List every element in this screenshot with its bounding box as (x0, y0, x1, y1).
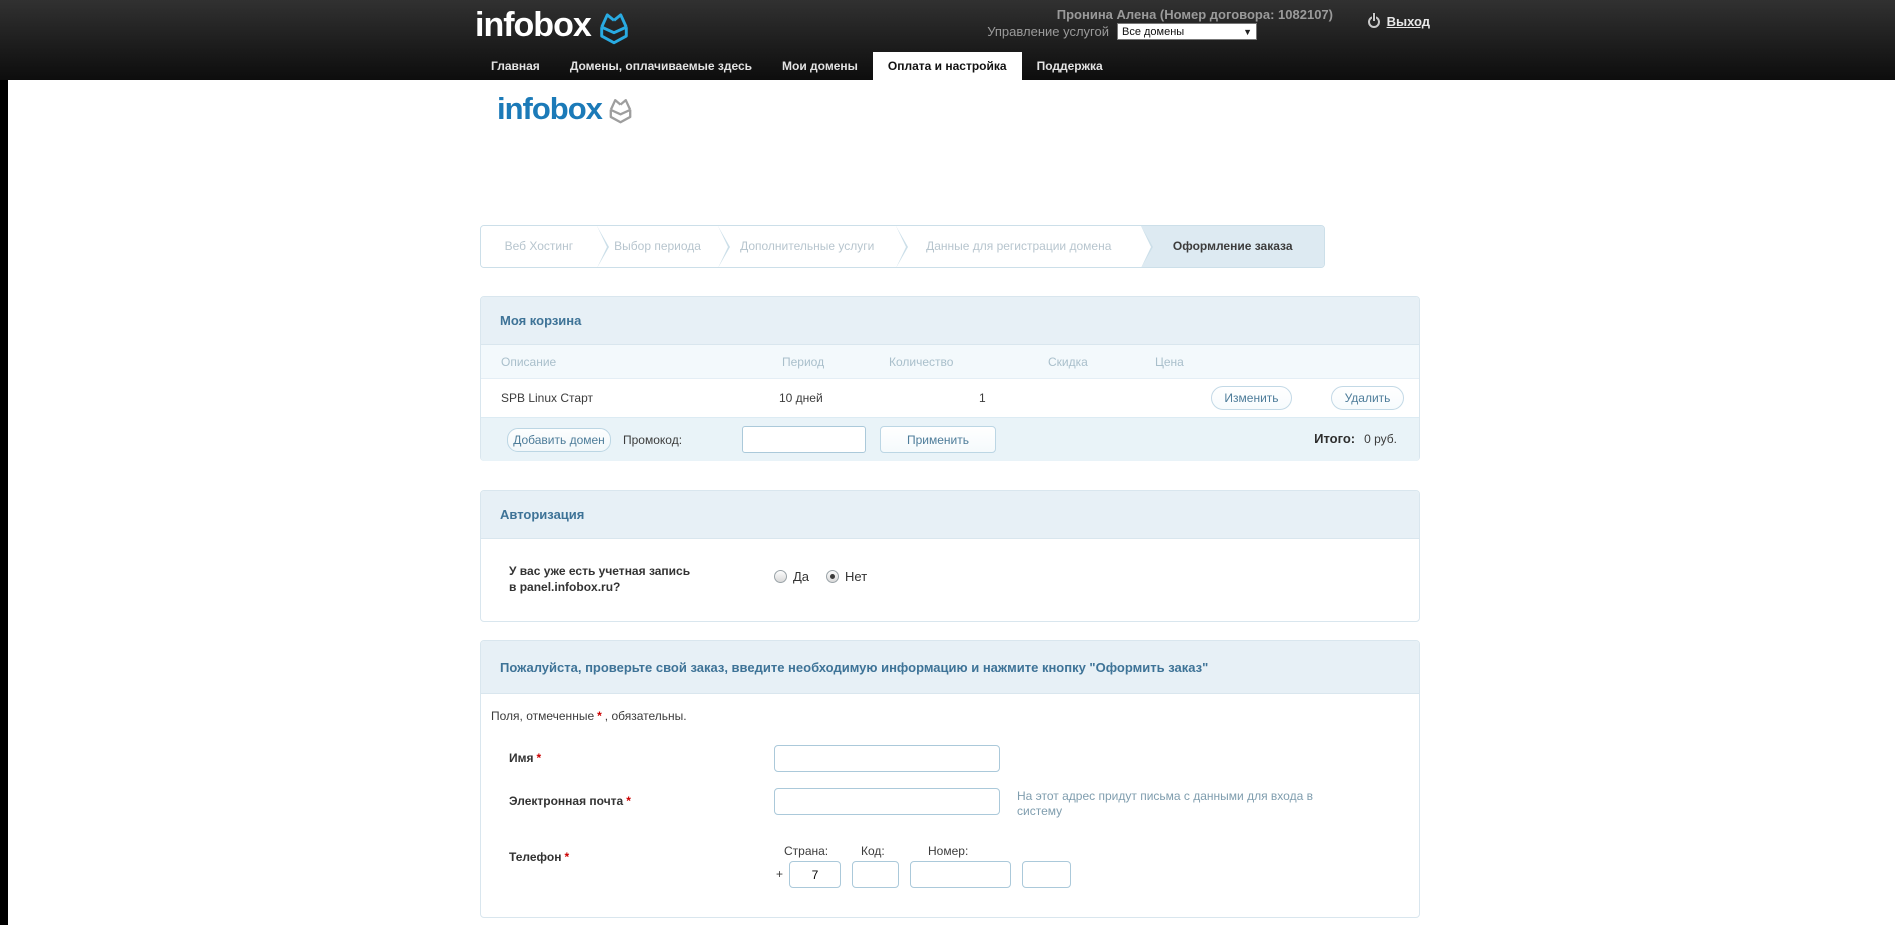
column-price: Цена (1155, 355, 1184, 369)
radio-yes-label: Да (793, 569, 810, 584)
delete-item-button[interactable]: Удалить (1331, 386, 1404, 410)
name-field-label: Имя * (509, 751, 544, 765)
cart-table-header: Описание Период Количество Скидка Цена (481, 345, 1419, 379)
order-wizard-steps: Веб Хостинг Выбор периода Дополнительные… (480, 225, 1325, 268)
header-logo[interactable]: infobox (475, 5, 631, 48)
column-discount: Скидка (1048, 355, 1088, 369)
checkout-page: infobox Пронина Алена (Номер договора: 1… (0, 0, 1895, 925)
service-management-row: Управление услугой Все домены ▼ (987, 23, 1257, 40)
order-form-panel: Пожалуйста, проверьте свой заказ, введит… (480, 640, 1420, 918)
cart-item-quantity: 1 (979, 391, 986, 405)
name-input[interactable] (774, 745, 1000, 772)
account-exists-question: У вас уже есть учетная запись в panel.in… (509, 563, 690, 595)
step-additional-services[interactable]: Дополнительные услуги (718, 226, 908, 267)
add-domain-button[interactable]: Добавить домен (507, 428, 611, 452)
phone-required-asterisk: * (564, 850, 570, 864)
nav-tab-home[interactable]: Главная (476, 52, 555, 80)
edit-item-button[interactable]: Изменить (1211, 386, 1292, 410)
authorization-panel: Авторизация У вас уже есть учетная запис… (480, 490, 1420, 622)
cart-item-period: 10 дней (779, 391, 823, 405)
step-domain-registration-data[interactable]: Данные для регистрации домена (896, 226, 1154, 267)
phone-field-label: Телефон * (509, 850, 572, 864)
phone-code-label: Код: (861, 844, 885, 858)
user-account-info: Пронина Алена (Номер договора: 1082107) (1056, 7, 1333, 22)
cart-item-description: SPB Linux Старт (501, 391, 593, 405)
phone-extension-input[interactable] (1022, 861, 1071, 888)
main-navigation: Главная Домены, оплачиваемые здесь Мои д… (476, 52, 1118, 80)
phone-code-input[interactable] (852, 861, 899, 888)
nav-tab-domains-paid-here[interactable]: Домены, оплачиваемые здесь (555, 52, 767, 80)
phone-number-input[interactable] (910, 861, 1011, 888)
email-label-text: Электронная почта (509, 794, 624, 808)
cart-footer: Добавить домен Промокод: Применить Итого… (481, 417, 1419, 461)
content-logo-text: infobox (497, 91, 603, 126)
promo-code-input[interactable] (742, 426, 866, 453)
required-fields-note: Поля, отмеченные *, обязательны. (491, 709, 687, 723)
question-line-2: в panel.infobox.ru? (509, 580, 621, 594)
nav-tab-support[interactable]: Поддержка (1022, 52, 1118, 80)
select-arrow-icon: ▼ (1243, 26, 1252, 37)
step-web-hosting[interactable]: Веб Хостинг (481, 226, 609, 267)
domain-select[interactable]: Все домены ▼ (1117, 23, 1257, 40)
phone-country-label: Страна: (784, 844, 829, 858)
column-quantity: Количество (889, 355, 954, 369)
authorization-panel-title: Авторизация (481, 491, 1419, 539)
phone-number-label: Номер: (928, 844, 969, 858)
nav-tab-payment-settings[interactable]: Оплата и настройка (872, 52, 1022, 80)
total-label: Итого: (1314, 431, 1356, 446)
email-hint-text: На этот адрес придут письма с данными дл… (1017, 789, 1313, 818)
name-label-text: Имя (509, 751, 534, 765)
content-logo[interactable]: infobox (497, 90, 634, 128)
column-description: Описание (501, 355, 557, 369)
step-period-selection[interactable]: Выбор периода (596, 226, 731, 267)
step-order-checkout: Оформление заказа (1141, 226, 1324, 267)
nav-tab-my-domains[interactable]: Мои домены (767, 52, 873, 80)
cart-panel-title: Моя корзина (481, 297, 1419, 345)
required-note-prefix: Поля, отмеченные (491, 709, 595, 723)
phone-label-text: Телефон (509, 850, 562, 864)
required-asterisk: * (597, 709, 602, 723)
cart-panel: Моя корзина Описание Период Количество С… (480, 296, 1420, 461)
cart-total: Итого: 0 руб. (1314, 431, 1397, 446)
service-management-label: Управление услугой (987, 24, 1109, 39)
radio-option-no[interactable]: Нет (826, 569, 867, 584)
radio-no-label: Нет (845, 569, 868, 584)
logout-button[interactable]: Выход (1367, 14, 1430, 29)
email-input[interactable] (774, 788, 1000, 815)
email-required-asterisk: * (626, 794, 631, 808)
name-required-asterisk: * (536, 751, 542, 765)
power-icon (1367, 15, 1380, 28)
apply-promo-button[interactable]: Применить (880, 426, 996, 453)
window-edge-strip (0, 0, 8, 925)
header-logo-text: infobox (475, 6, 592, 44)
total-value: 0 руб. (1364, 432, 1397, 446)
radio-yes-circle[interactable] (774, 570, 787, 583)
domain-select-value: Все домены (1122, 25, 1185, 38)
radio-no-circle[interactable] (826, 570, 840, 583)
logout-label: Выход (1386, 14, 1430, 29)
column-period: Период (782, 355, 825, 369)
radio-option-yes[interactable]: Да (774, 569, 809, 584)
order-form-title: Пожалуйста, проверьте свой заказ, введит… (481, 641, 1419, 694)
top-header: infobox Пронина Алена (Номер договора: 1… (0, 0, 1895, 80)
box-cube-icon (597, 5, 631, 48)
cart-table-row: SPB Linux Старт 10 дней 1 Изменить Удали… (481, 379, 1419, 417)
promo-code-label: Промокод: (623, 433, 683, 447)
required-note-suffix: , обязательны. (604, 709, 687, 723)
phone-plus-sign: + (776, 867, 784, 881)
question-line-1: У вас уже есть учетная запись (509, 564, 691, 578)
phone-country-input[interactable] (789, 861, 841, 888)
email-field-label: Электронная почта * (509, 794, 634, 808)
account-exists-options: Да Нет (774, 569, 867, 584)
box-cube-icon-gray (607, 90, 634, 127)
